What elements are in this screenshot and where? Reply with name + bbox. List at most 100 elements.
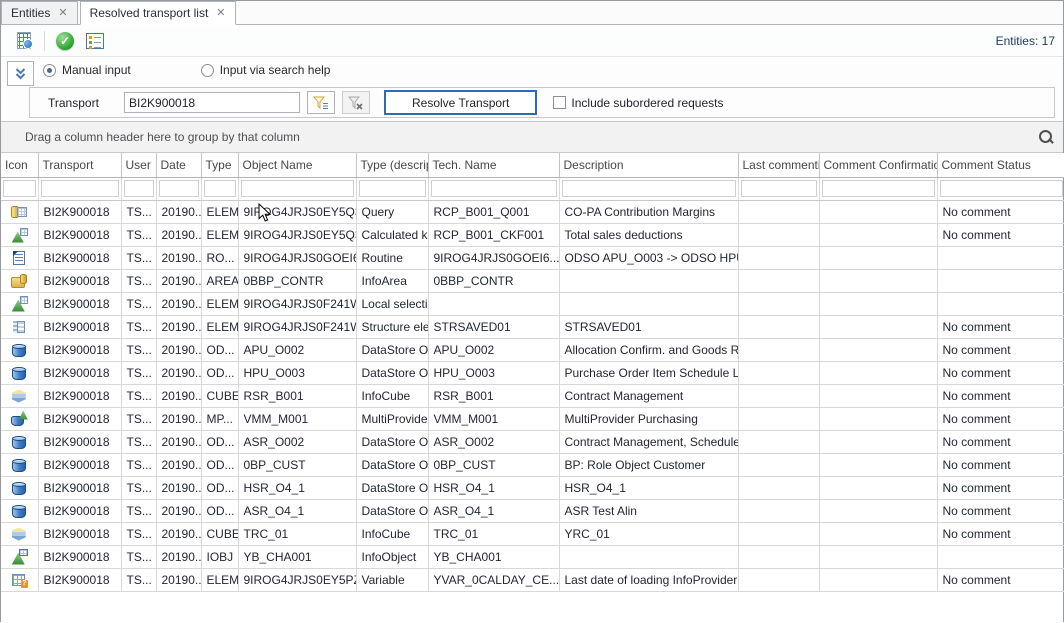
cell-user[interactable]: TS... (121, 476, 156, 499)
cell-comment-confirmation[interactable] (819, 246, 937, 269)
cell-date[interactable]: 20190... (156, 338, 201, 361)
cell-tech-name[interactable]: 0BP_CUST (428, 453, 559, 476)
cell-comment-status[interactable]: No comment (937, 338, 1064, 361)
cell-comment-confirmation[interactable] (819, 292, 937, 315)
cell-comment-status[interactable]: No comment (937, 476, 1064, 499)
cell-comment-confirmation[interactable] (819, 315, 937, 338)
cell-transport[interactable]: BI2K900018 (38, 430, 121, 453)
cell-object-name[interactable]: 9IROG4JRJS0EY5PZ... (238, 568, 356, 591)
column-header-last-comment[interactable]: Last commenti... (738, 153, 819, 177)
cell-type-description[interactable]: Routine (356, 246, 428, 269)
filter-editor[interactable] (359, 180, 426, 197)
cell-tech-name[interactable]: RSR_B001 (428, 384, 559, 407)
cell-description[interactable]: STRSAVED01 (559, 315, 738, 338)
cell-comment-status[interactable] (937, 269, 1064, 292)
cell-user[interactable]: TS... (121, 545, 156, 568)
cell-tech-name[interactable]: ASR_O002 (428, 430, 559, 453)
cell-type[interactable]: OD... (201, 338, 238, 361)
column-header-icon[interactable]: Icon (1, 153, 38, 177)
cell-object-name[interactable]: 0BBP_CONTR (238, 269, 356, 292)
cell-description[interactable]: MultiProvider Purchasing (559, 407, 738, 430)
cell-type-description[interactable]: Local selection (356, 292, 428, 315)
cell-date[interactable]: 20190... (156, 499, 201, 522)
filter-cell-user[interactable] (121, 177, 156, 200)
export-to-excel-button[interactable] (9, 28, 39, 54)
cell-description[interactable]: ASR Test Alin (559, 499, 738, 522)
cell-date[interactable]: 20190... (156, 246, 201, 269)
cell-type[interactable]: ELEM (201, 568, 238, 591)
cell-date[interactable]: 20190... (156, 384, 201, 407)
cell-type[interactable]: AREA (201, 269, 238, 292)
cell-comment-confirmation[interactable] (819, 384, 937, 407)
cell-user[interactable]: TS... (121, 499, 156, 522)
include-subordered-checkbox[interactable] (553, 96, 566, 109)
cell-comment-status[interactable]: No comment (937, 223, 1064, 246)
transport-input[interactable] (124, 92, 300, 113)
cell-object-name[interactable]: 9IROG4JRJS0EY5Q3... (238, 200, 356, 223)
cell-description[interactable] (559, 269, 738, 292)
cell-comment-status[interactable]: No comment (937, 453, 1064, 476)
cell-transport[interactable]: BI2K900018 (38, 223, 121, 246)
table-row[interactable]: BI2K900018 TS... 20190... OD... HSR_O4_1… (1, 476, 1064, 499)
filter-editor[interactable] (241, 180, 354, 197)
cell-last-comment[interactable] (738, 476, 819, 499)
cell-tech-name[interactable]: HPU_O003 (428, 361, 559, 384)
cell-comment-status[interactable] (937, 292, 1064, 315)
cell-type-description[interactable]: InfoCube (356, 384, 428, 407)
cell-description[interactable]: BP: Role Object Customer (559, 453, 738, 476)
cell-type[interactable]: ELEM (201, 223, 238, 246)
table-row[interactable]: BI2K900018 TS... 20190... OD... HPU_O003… (1, 361, 1064, 384)
cell-description[interactable]: Last date of loading InfoProvider (559, 568, 738, 591)
cell-comment-status[interactable]: No comment (937, 499, 1064, 522)
filter-editor[interactable] (741, 180, 817, 197)
filter-cell-last-comment[interactable] (738, 177, 819, 200)
cell-description[interactable]: YRC_01 (559, 522, 738, 545)
cell-transport[interactable]: BI2K900018 (38, 545, 121, 568)
cell-description[interactable]: ODSO APU_O003 -> ODSO HPU... (559, 246, 738, 269)
cell-last-comment[interactable] (738, 338, 819, 361)
cell-comment-status[interactable] (937, 545, 1064, 568)
cell-transport[interactable]: BI2K900018 (38, 476, 121, 499)
cell-type-description[interactable]: DataStore Ob... (356, 476, 428, 499)
cell-type-description[interactable]: DataStore Ob... (356, 361, 428, 384)
cell-last-comment[interactable] (738, 430, 819, 453)
cell-transport[interactable]: BI2K900018 (38, 269, 121, 292)
cell-object-name[interactable]: 0BP_CUST (238, 453, 356, 476)
column-header-description[interactable]: Description (559, 153, 738, 177)
cell-type[interactable]: MP... (201, 407, 238, 430)
cell-type[interactable]: OD... (201, 430, 238, 453)
cell-comment-confirmation[interactable] (819, 361, 937, 384)
cell-comment-confirmation[interactable] (819, 407, 937, 430)
close-icon[interactable]: ✕ (216, 8, 225, 19)
cell-tech-name[interactable]: VMM_M001 (428, 407, 559, 430)
manual-input-radio[interactable] (43, 64, 56, 77)
table-row[interactable]: BI2K900018 TS... 20190... OD... APU_O002… (1, 338, 1064, 361)
cell-comment-status[interactable]: No comment (937, 522, 1064, 545)
cell-tech-name[interactable]: YB_CHA001 (428, 545, 559, 568)
group-by-panel[interactable]: Drag a column header here to group by th… (1, 122, 1063, 153)
filter-cell-date[interactable] (156, 177, 201, 200)
cell-description[interactable] (559, 292, 738, 315)
filter-cell-comment-confirmation[interactable] (819, 177, 937, 200)
table-row[interactable]: BI2K900018 TS... 20190... ELEM 9IROG4JRJ… (1, 200, 1064, 223)
cell-last-comment[interactable] (738, 246, 819, 269)
cell-tech-name[interactable]: HSR_O4_1 (428, 476, 559, 499)
cell-transport[interactable]: BI2K900018 (38, 568, 121, 591)
view-details-button[interactable] (80, 28, 110, 54)
cell-description[interactable]: Contract Management (559, 384, 738, 407)
cell-object-name[interactable]: VMM_M001 (238, 407, 356, 430)
cell-type[interactable]: OD... (201, 453, 238, 476)
table-row[interactable]: BI2K900018 TS... 20190... RO... 9IROG4JR… (1, 246, 1064, 269)
filter-editor[interactable] (159, 180, 199, 197)
cell-comment-confirmation[interactable] (819, 545, 937, 568)
column-header-date[interactable]: Date (156, 153, 201, 177)
cell-object-name[interactable]: ASR_O002 (238, 430, 356, 453)
cell-tech-name[interactable]: 9IROG4JRJS0GOEI6... (428, 246, 559, 269)
cell-user[interactable]: TS... (121, 246, 156, 269)
cell-type-description[interactable]: Structure ele... (356, 315, 428, 338)
cell-type-description[interactable]: InfoCube (356, 522, 428, 545)
filter-editor[interactable] (940, 180, 1064, 197)
filter-editor[interactable] (822, 180, 935, 197)
table-row[interactable]: BI2K900018 TS... 20190... MP... VMM_M001… (1, 407, 1064, 430)
cell-date[interactable]: 20190... (156, 476, 201, 499)
